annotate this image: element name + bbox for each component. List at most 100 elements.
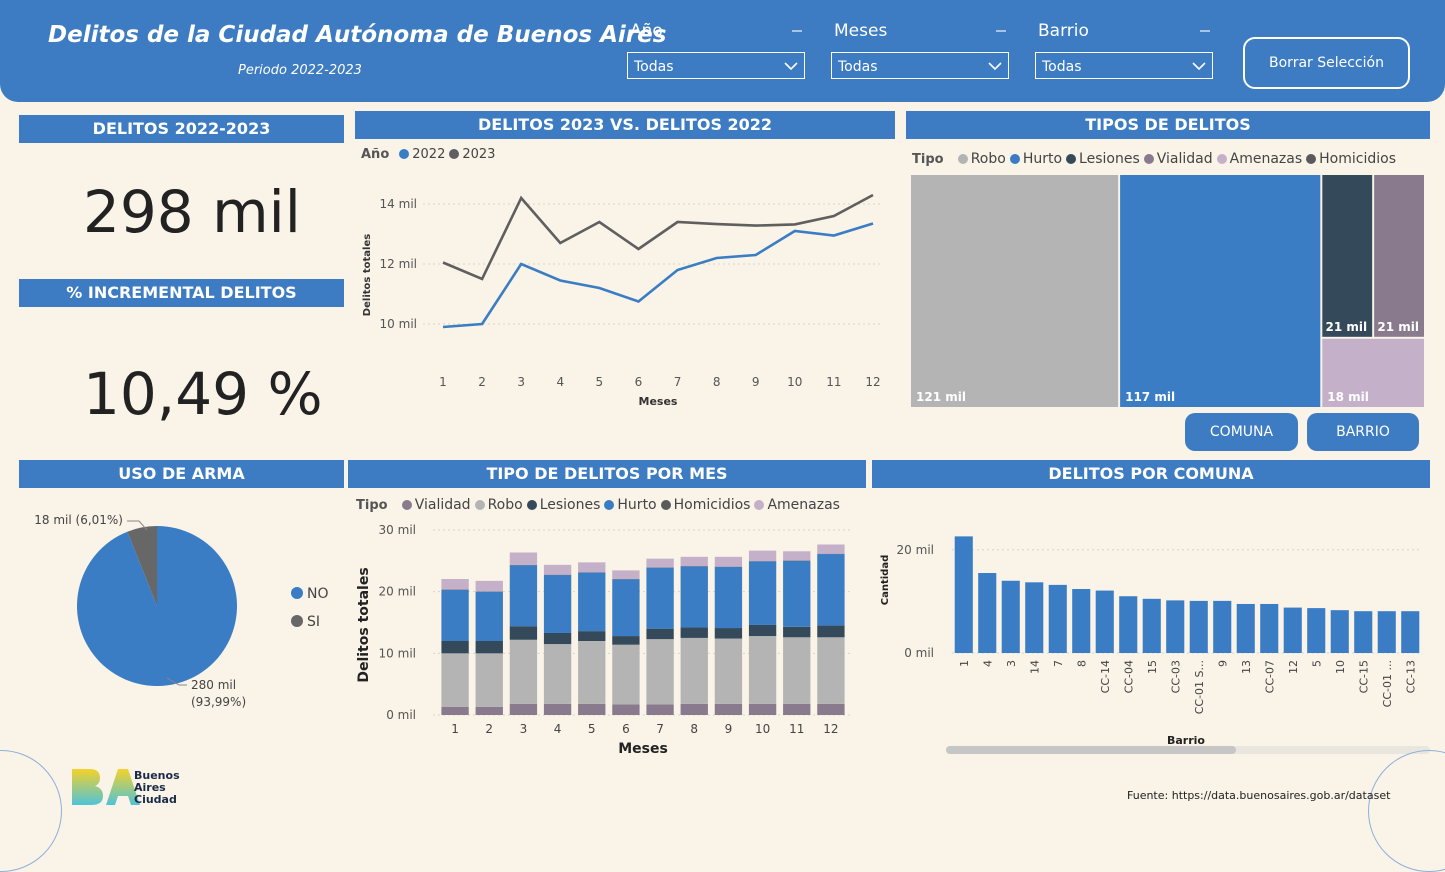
stacked-bar-segment-amenazas[interactable] <box>783 551 810 560</box>
treemap-legend-vialidad[interactable]: Vialidad <box>1157 151 1213 167</box>
line-point-2022[interactable] <box>676 268 680 272</box>
comuna-bar[interactable] <box>1190 601 1208 653</box>
filter-year-clear-icon[interactable] <box>792 30 802 32</box>
line-point-2023[interactable] <box>871 193 875 197</box>
stacked-bar-segment-robo[interactable] <box>510 640 537 704</box>
comuna-button[interactable]: COMUNA <box>1185 413 1298 451</box>
scrollbar-thumb[interactable] <box>946 746 1236 754</box>
comuna-bar[interactable] <box>1002 581 1020 653</box>
pie-legend-no[interactable]: NO <box>307 586 329 602</box>
filter-month-select[interactable]: Todas <box>831 52 1009 79</box>
stacked-bar-segment-robo[interactable] <box>612 645 639 705</box>
stacked-bar-segment-hurto[interactable] <box>441 590 468 641</box>
line-point-2022[interactable] <box>480 322 484 326</box>
stacked-bar-segment-vialidad[interactable] <box>715 704 742 715</box>
stacked-bar-segment-vialidad[interactable] <box>646 705 673 715</box>
comuna-bar[interactable] <box>955 536 973 653</box>
stacked-bar-segment-vialidad[interactable] <box>817 704 844 715</box>
stacked-bar-segment-amenazas[interactable] <box>578 562 605 572</box>
stacked-bar-segment-lesiones[interactable] <box>715 628 742 638</box>
stacked-bar-segment-vialidad[interactable] <box>612 705 639 715</box>
line-point-2023[interactable] <box>636 247 640 251</box>
line-point-2022[interactable] <box>636 300 640 304</box>
line-point-2023[interactable] <box>832 214 836 218</box>
stacked-bar-segment-vialidad[interactable] <box>544 704 571 715</box>
comuna-bar[interactable] <box>978 573 996 653</box>
stacked-bar-segment-amenazas[interactable] <box>681 557 708 566</box>
comuna-bar[interactable] <box>1166 600 1184 653</box>
stacked-bar-segment-lesiones[interactable] <box>476 641 503 653</box>
stacked-bar-segment-lesiones[interactable] <box>749 625 776 636</box>
stacked-bar-segment-hurto[interactable] <box>476 592 503 641</box>
comuna-bar[interactable] <box>1354 611 1372 653</box>
treemap-cell-hurto[interactable] <box>1120 175 1320 407</box>
stacked-bar-segment-lesiones[interactable] <box>578 631 605 641</box>
stacked-bar-segment-lesiones[interactable] <box>612 636 639 645</box>
stacked-bar-segment-hurto[interactable] <box>681 566 708 627</box>
comuna-bar[interactable] <box>1072 589 1090 653</box>
stacked-bar-segment-robo[interactable] <box>783 637 810 704</box>
stacked-bar-segment-lesiones[interactable] <box>681 627 708 637</box>
treemap-legend-hurto[interactable]: Hurto <box>1023 151 1062 167</box>
comuna-chart-scrollbar[interactable] <box>946 746 1430 754</box>
line-point-2022[interactable] <box>558 279 562 283</box>
stacked-legend-amenazas[interactable]: Amenazas <box>767 497 840 513</box>
line-point-2023[interactable] <box>480 277 484 281</box>
stacked-bar-segment-vialidad[interactable] <box>441 707 468 715</box>
comuna-bar[interactable] <box>1331 610 1349 653</box>
treemap-legend-robo[interactable]: Robo <box>971 151 1006 167</box>
line-series-2023[interactable] <box>443 195 873 279</box>
line-point-2022[interactable] <box>441 325 445 329</box>
comuna-bar-chart[interactable]: 0 mil20 mil1431478CC-14CC-0415CC-03CC-01… <box>872 520 1432 750</box>
filter-barrio-select[interactable]: Todas <box>1035 52 1213 79</box>
comuna-bar[interactable] <box>1096 591 1114 653</box>
line-point-2023[interactable] <box>558 241 562 245</box>
comuna-bar[interactable] <box>1143 599 1161 653</box>
stacked-bar-segment-amenazas[interactable] <box>510 553 537 565</box>
stacked-bar-segment-hurto[interactable] <box>544 575 571 633</box>
stacked-bar-segment-robo[interactable] <box>544 644 571 704</box>
clear-selection-button[interactable]: Borrar Selección <box>1243 37 1410 89</box>
stacked-bar-segment-robo[interactable] <box>476 653 503 707</box>
stacked-bar-segment-hurto[interactable] <box>715 567 742 628</box>
line-point-2023[interactable] <box>597 220 601 224</box>
stacked-bar-segment-robo[interactable] <box>441 653 468 707</box>
stacked-bar-segment-lesiones[interactable] <box>441 641 468 653</box>
stacked-bar-segment-amenazas[interactable] <box>715 557 742 567</box>
stacked-bar-segment-vialidad[interactable] <box>783 704 810 715</box>
stacked-bar-segment-robo[interactable] <box>817 637 844 704</box>
comuna-bar[interactable] <box>1401 611 1419 653</box>
treemap-legend-lesiones[interactable]: Lesiones <box>1079 151 1140 167</box>
comuna-bar[interactable] <box>1237 604 1255 653</box>
comuna-bar[interactable] <box>1119 596 1137 653</box>
line-point-2022[interactable] <box>832 234 836 238</box>
stacked-bar-segment-amenazas[interactable] <box>749 551 776 561</box>
stacked-bar-segment-amenazas[interactable] <box>646 559 673 568</box>
stacked-bar-segment-robo[interactable] <box>715 639 742 704</box>
line-point-2022[interactable] <box>793 229 797 233</box>
comuna-bar[interactable] <box>1260 604 1278 653</box>
stacked-bar-segment-lesiones[interactable] <box>646 629 673 639</box>
stacked-bar-segment-robo[interactable] <box>578 641 605 704</box>
treemap-chart[interactable]: 121 mil117 mil21 mil21 mil18 mil <box>910 174 1425 408</box>
line-point-2022[interactable] <box>597 286 601 290</box>
treemap-cell-lesiones[interactable] <box>1322 175 1372 337</box>
comuna-bar[interactable] <box>1213 601 1231 653</box>
stacked-bar-segment-lesiones[interactable] <box>817 626 844 638</box>
treemap-legend-homicidios[interactable]: Homicidios <box>1319 151 1396 167</box>
treemap-cell-vialidad[interactable] <box>1374 175 1424 337</box>
comuna-bar[interactable] <box>1378 611 1396 653</box>
line-point-2022[interactable] <box>715 256 719 260</box>
stacked-bar-segment-lesiones[interactable] <box>510 626 537 640</box>
line-point-2023[interactable] <box>676 220 680 224</box>
line-point-2023[interactable] <box>519 196 523 200</box>
stacked-bar-chart[interactable]: 0 mil10 mil20 mil30 mil123456789101112Me… <box>348 515 866 760</box>
stacked-bar-segment-vialidad[interactable] <box>578 704 605 715</box>
stacked-legend-homicidios[interactable]: Homicidios <box>674 497 751 513</box>
stacked-legend-robo[interactable]: Robo <box>488 497 523 513</box>
stacked-legend-hurto[interactable]: Hurto <box>617 497 656 513</box>
stacked-bar-segment-hurto[interactable] <box>646 568 673 629</box>
stacked-bar-segment-lesiones[interactable] <box>783 627 810 637</box>
comuna-bar[interactable] <box>1307 608 1325 653</box>
stacked-legend-vialidad[interactable]: Vialidad <box>415 497 471 513</box>
